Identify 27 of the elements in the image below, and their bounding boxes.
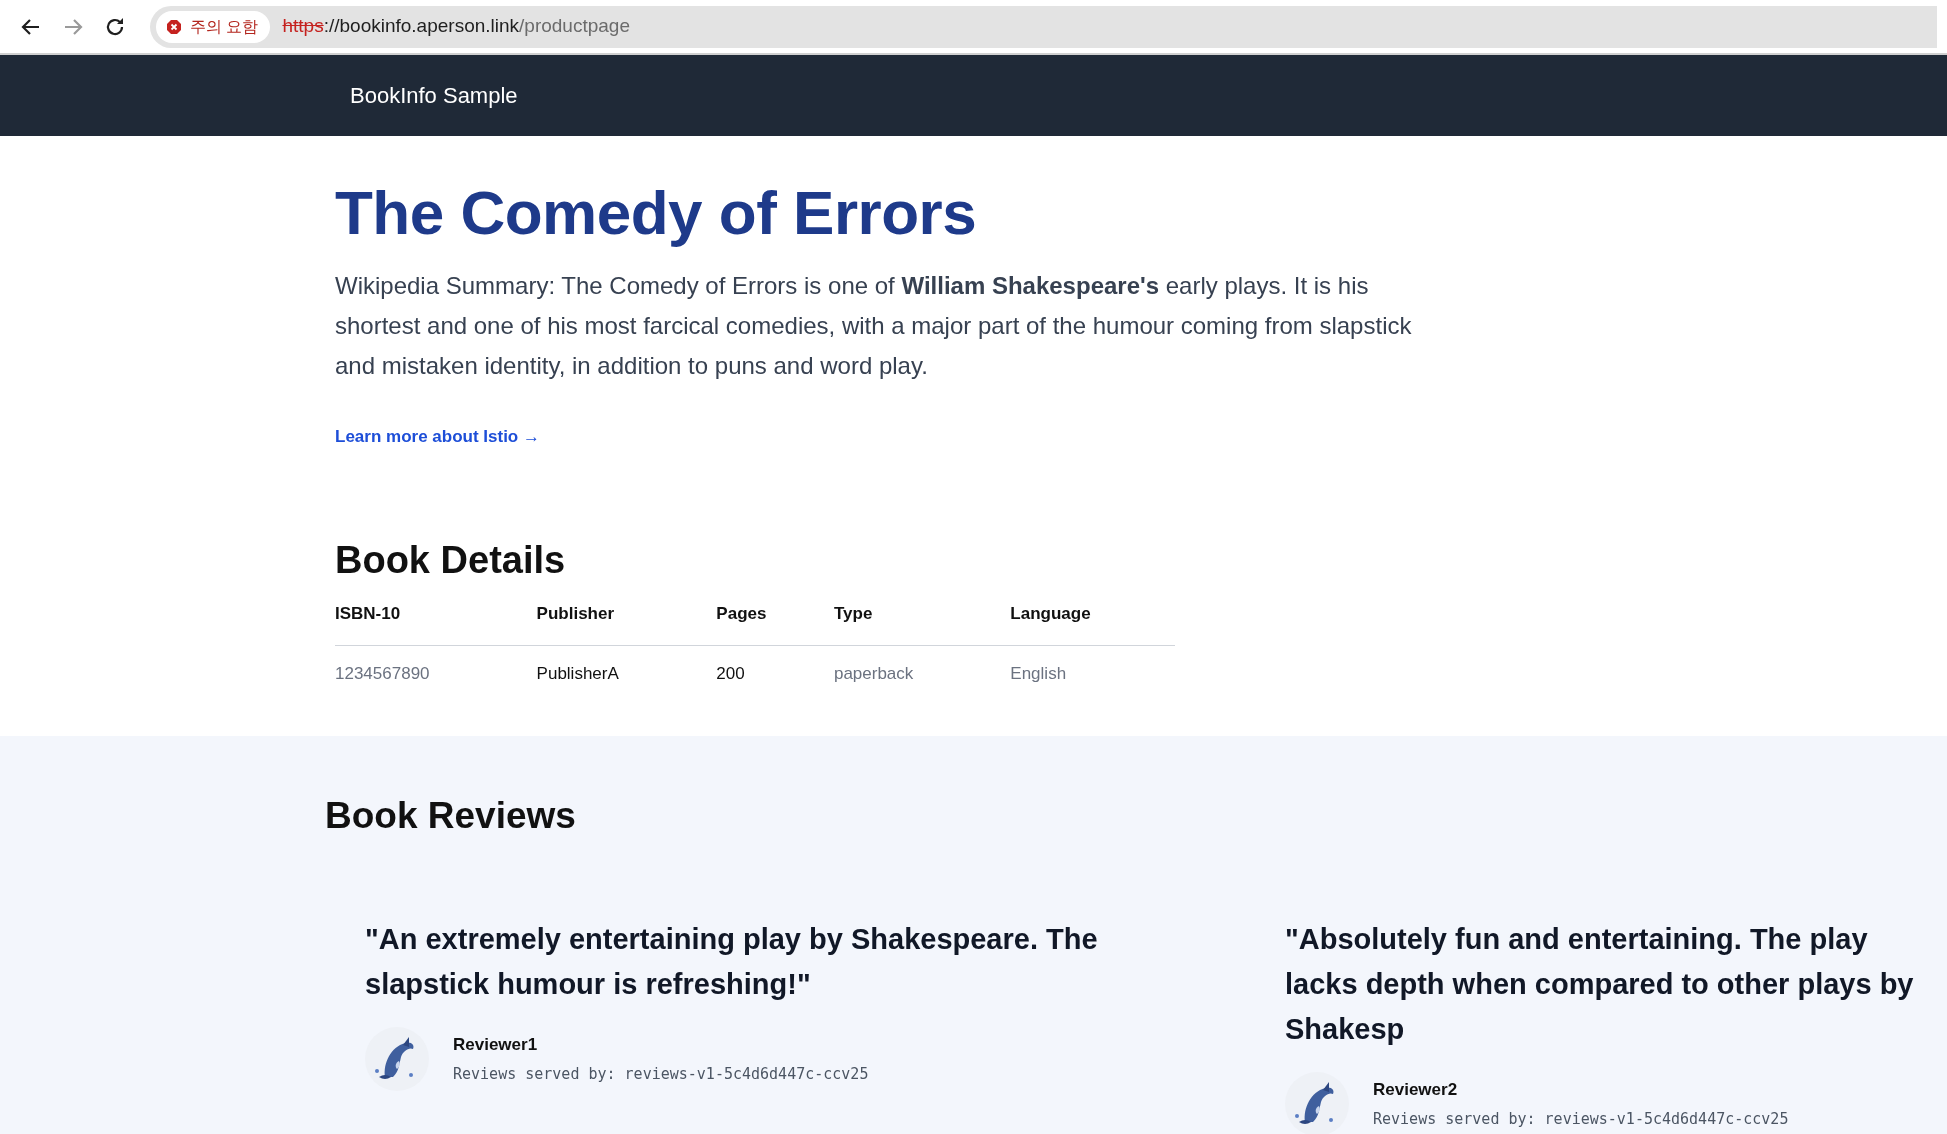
table-cell: paperback — [833, 645, 1011, 687]
column-header: Language — [1010, 601, 1175, 646]
dolphin-avatar — [365, 1026, 429, 1091]
column-header: Type — [833, 601, 1011, 646]
section-heading: Book Details — [335, 537, 567, 583]
column-header: ISBN-10 — [335, 601, 537, 646]
served-by-text: Reviews served by: reviews-v1-5c4d6d447c-ccv25 — [453, 1064, 869, 1086]
brand-link[interactable]: BookInfo Sample — [350, 79, 518, 112]
column-header: Pages — [716, 601, 834, 646]
review-quote: "Absolutely fun and entertaining. The play lacks depth when compared to other plays by Shakesp — [1285, 921, 1915, 1047]
review-quote: "An extremely entertaining play by Shakespeare. The slapstick humour is refreshing!" — [365, 921, 1099, 1002]
book-title: The Comedy of Errors — [335, 177, 978, 249]
warning-icon — [166, 18, 182, 35]
table-cell: PublisherA — [536, 645, 717, 687]
url-text: https://bookinfo.aperson.link/productpage — [282, 14, 630, 39]
table-cell: 200 — [716, 645, 834, 687]
table-cell: English — [1010, 645, 1175, 687]
reviewer-name: Reviewer2 — [1373, 1078, 1459, 1101]
section-heading: Book Reviews — [325, 794, 577, 839]
summary-text: Wikipedia Summary: The Comedy of Errors is one of William Shakespeare's early plays. It is his shortest and one of his most farcical comedies, with a major part of the humour coming from slapstick and mistaken identity, in addition to puns and word play. — [335, 271, 1413, 382]
table-cell: 1234567890 — [335, 645, 537, 687]
reviewer-name: Reviewer1 — [453, 1033, 539, 1056]
address-bar[interactable]: 주의 요함 https://bookinfo.aperson.link/productpage — [150, 5, 1937, 48]
served-by-text: Reviews served by: reviews-v1-5c4d6d447c-ccv25 — [1373, 1109, 1789, 1131]
learn-more-link[interactable]: Learn more about Istio → — [335, 424, 540, 450]
column-header: Publisher — [536, 601, 717, 646]
security-warning-chip[interactable]: 주의 요함 — [156, 10, 271, 43]
